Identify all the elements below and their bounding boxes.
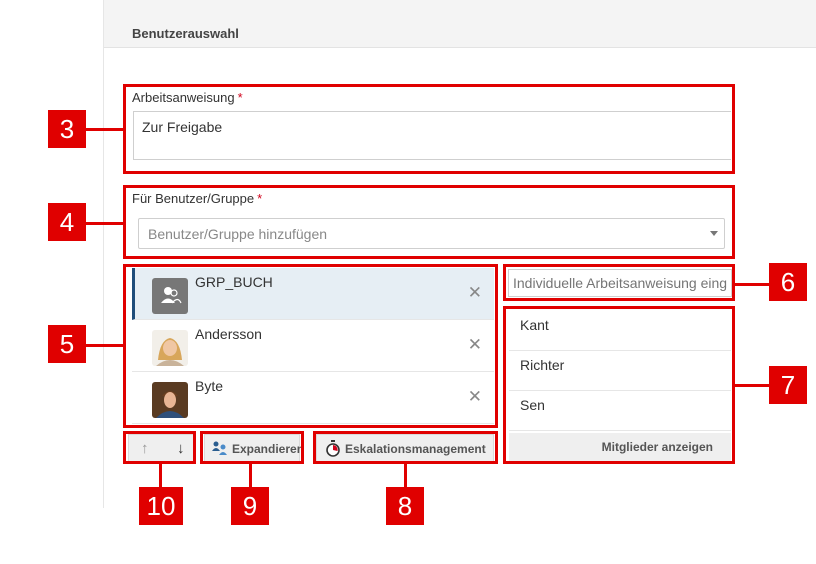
callout-4: 4: [48, 203, 86, 241]
annotation-box-3: [123, 84, 735, 174]
connector-5: [86, 344, 124, 347]
annotation-box-7: [503, 306, 735, 464]
connector-3: [86, 128, 124, 131]
callout-5: 5: [48, 325, 86, 363]
connector-4: [86, 222, 124, 225]
annotation-box-9: [200, 431, 304, 464]
callout-7: 7: [769, 366, 807, 404]
annotation-box-4: [123, 185, 735, 259]
callout-10: 10: [139, 487, 183, 525]
left-divider: [103, 0, 104, 508]
callout-6: 6: [769, 263, 807, 301]
callout-3: 3: [48, 110, 86, 148]
connector-7: [734, 384, 770, 387]
annotation-box-6: [503, 264, 735, 301]
annotation-box-8: [313, 431, 498, 464]
connector-8: [404, 463, 407, 487]
annotation-box-5: [123, 264, 498, 428]
connector-10: [159, 463, 162, 488]
connector-9: [249, 463, 252, 487]
annotation-box-10: [123, 431, 196, 464]
section-title: Benutzerauswahl: [132, 26, 239, 41]
connector-6: [734, 283, 770, 286]
callout-9: 9: [231, 487, 269, 525]
callout-8: 8: [386, 487, 424, 525]
